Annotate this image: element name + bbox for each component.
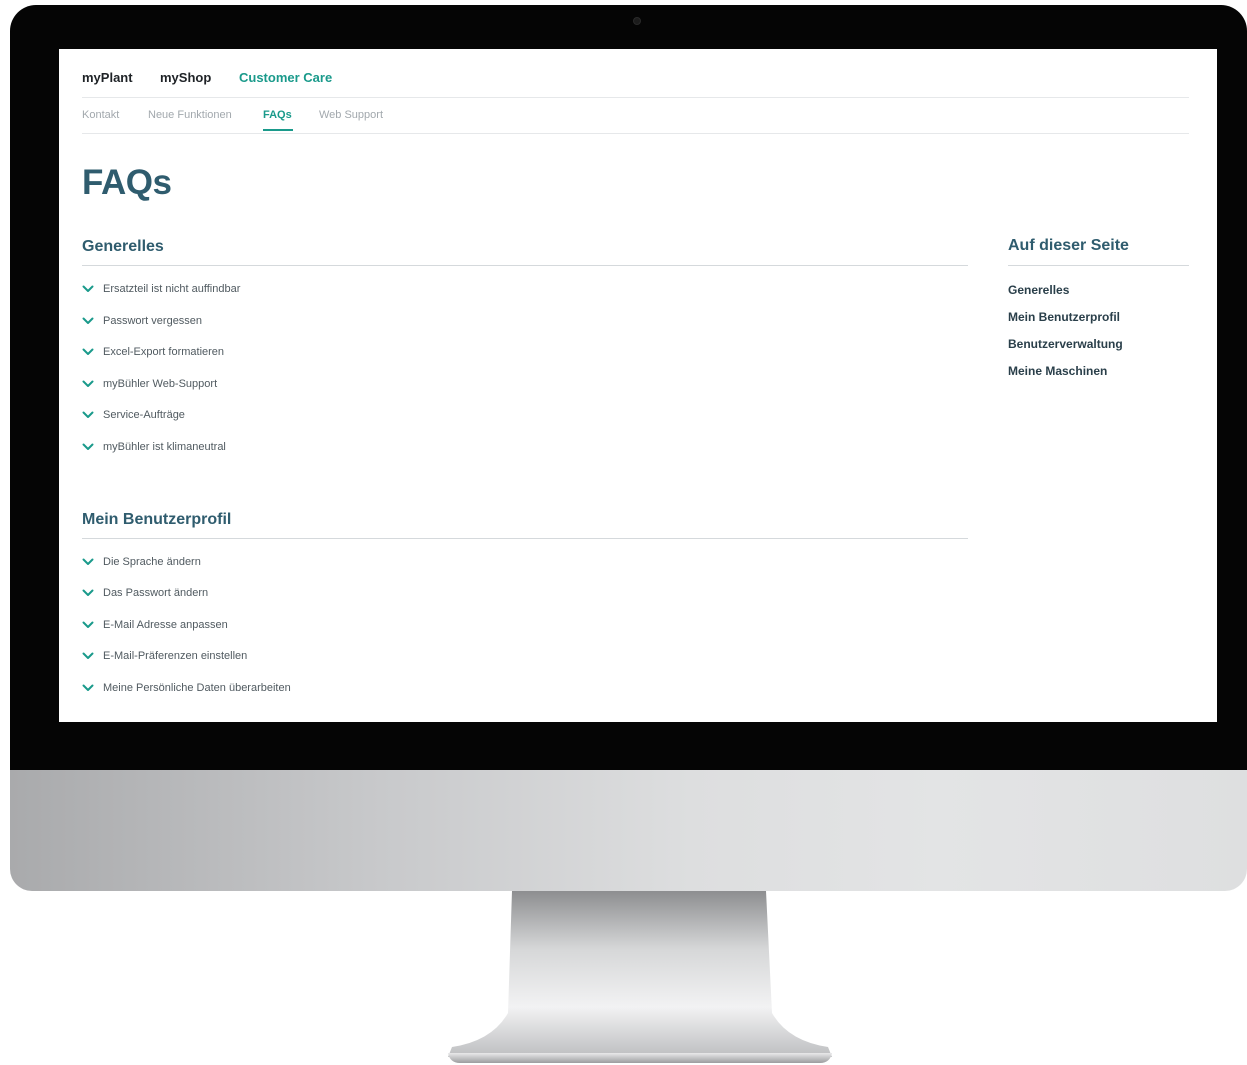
subnav-neue-funktionen[interactable]: Neue Funktionen bbox=[148, 109, 232, 121]
aside-divider bbox=[1008, 265, 1189, 266]
subnav-kontakt[interactable]: Kontakt bbox=[82, 109, 119, 121]
chevron-down-icon bbox=[82, 317, 94, 324]
faq-question: Passwort vergessen bbox=[103, 315, 203, 327]
main-nav: myPlant myShop Customer Care bbox=[82, 49, 1189, 98]
chevron-down-icon bbox=[82, 684, 94, 691]
chevron-down-icon bbox=[82, 652, 94, 659]
faq-item[interactable]: Excel-Export formatieren bbox=[82, 344, 224, 360]
chevron-down-icon bbox=[82, 380, 94, 387]
faq-item[interactable]: E-Mail Adresse anpassen bbox=[82, 617, 228, 633]
chevron-down-icon bbox=[82, 411, 94, 418]
faq-item[interactable]: Das Passwort ändern bbox=[82, 585, 208, 601]
chevron-down-icon bbox=[82, 589, 94, 596]
section-title-generelles: Generelles bbox=[82, 238, 164, 255]
faq-question: Service-Aufträge bbox=[103, 409, 185, 421]
chevron-down-icon bbox=[82, 285, 94, 292]
nav-myshop[interactable]: myShop bbox=[160, 70, 211, 85]
faq-item[interactable]: myBühler ist klimaneutral bbox=[82, 439, 226, 455]
faq-item[interactable]: Ersatzteil ist nicht auffindbar bbox=[82, 281, 240, 297]
faq-question: Meine Persönliche Daten überarbeiten bbox=[103, 682, 291, 694]
faq-question: Ersatzteil ist nicht auffindbar bbox=[103, 283, 241, 295]
chevron-down-icon bbox=[82, 348, 94, 355]
active-tab-indicator bbox=[263, 129, 293, 131]
faq-question: Das Passwort ändern bbox=[103, 587, 209, 599]
faq-item[interactable]: Die Sprache ändern bbox=[82, 554, 201, 570]
aside-link-generelles[interactable]: Generelles bbox=[1008, 283, 1069, 297]
aside-title: Auf dieser Seite bbox=[1008, 237, 1129, 254]
browser-screen: myPlant myShop Customer Care Kontakt Neu… bbox=[59, 49, 1217, 722]
nav-customer-care[interactable]: Customer Care bbox=[239, 70, 332, 85]
monitor-chin bbox=[10, 770, 1247, 891]
faq-question: myBühler ist klimaneutral bbox=[103, 441, 226, 453]
faq-item[interactable]: Service-Aufträge bbox=[82, 407, 185, 423]
faq-item[interactable]: myBühler Web-Support bbox=[82, 376, 217, 392]
faq-question: Die Sprache ändern bbox=[103, 556, 201, 568]
faq-item[interactable]: Passwort vergessen bbox=[82, 313, 202, 329]
sub-nav: Kontakt Neue Funktionen FAQs Web Support bbox=[82, 97, 1189, 134]
faq-question: Excel-Export formatieren bbox=[103, 346, 225, 358]
camera-icon bbox=[633, 17, 641, 25]
nav-myplant[interactable]: myPlant bbox=[82, 70, 133, 85]
chevron-down-icon bbox=[82, 558, 94, 565]
subnav-faqs[interactable]: FAQs bbox=[263, 109, 292, 121]
aside-link-mein-benutzerprofil[interactable]: Mein Benutzerprofil bbox=[1008, 310, 1120, 324]
aside-link-benutzerverwaltung[interactable]: Benutzerverwaltung bbox=[1008, 337, 1123, 351]
chevron-down-icon bbox=[82, 443, 94, 450]
subnav-web-support[interactable]: Web Support bbox=[319, 109, 383, 121]
section-divider bbox=[82, 265, 968, 266]
section-title-mein-benutzerprofil: Mein Benutzerprofil bbox=[82, 511, 232, 528]
faq-item[interactable]: E-Mail-Präferenzen einstellen bbox=[82, 648, 247, 664]
aside-link-meine-maschinen[interactable]: Meine Maschinen bbox=[1008, 364, 1107, 378]
faq-question: myBühler Web-Support bbox=[103, 378, 218, 390]
monitor-stand bbox=[448, 891, 832, 1063]
chevron-down-icon bbox=[82, 621, 94, 628]
page-title: FAQs bbox=[82, 163, 172, 202]
section-divider bbox=[82, 538, 968, 539]
faq-question: E-Mail Adresse anpassen bbox=[103, 619, 228, 631]
faq-item[interactable]: Meine Persönliche Daten überarbeiten bbox=[82, 680, 291, 696]
faq-question: E-Mail-Präferenzen einstellen bbox=[103, 650, 248, 662]
